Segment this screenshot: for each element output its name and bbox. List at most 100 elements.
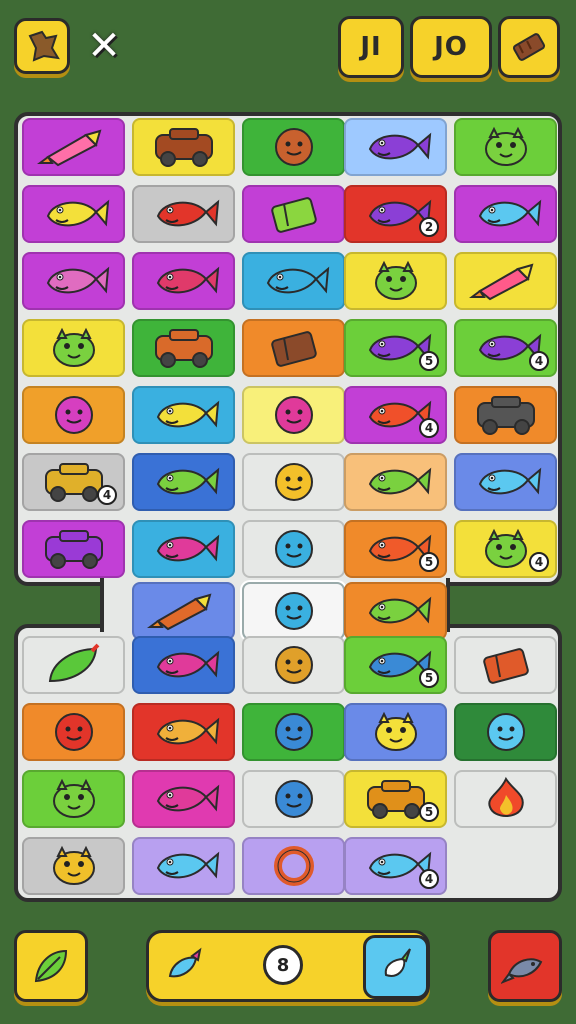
tile[interactable]: 5: [344, 770, 447, 828]
tile[interactable]: [132, 770, 235, 828]
fish-icon: [478, 199, 541, 227]
tile[interactable]: [22, 386, 125, 444]
leaf-icon: [34, 949, 68, 983]
car-icon: [154, 128, 213, 167]
tile[interactable]: [242, 319, 345, 377]
tile[interactable]: [242, 582, 345, 640]
tray-slot-right[interactable]: [363, 935, 429, 999]
fish-icon: [266, 266, 329, 294]
tile[interactable]: [454, 703, 557, 761]
tile: [454, 582, 557, 640]
tile[interactable]: [22, 703, 125, 761]
tile[interactable]: [344, 703, 447, 761]
fish-icon: [156, 784, 219, 812]
tile[interactable]: [132, 185, 235, 243]
fish-icon: [478, 467, 541, 495]
tile[interactable]: [242, 185, 345, 243]
tile[interactable]: 2: [344, 185, 447, 243]
fish-icon: [168, 947, 202, 978]
tile[interactable]: [344, 118, 447, 176]
tile[interactable]: [132, 703, 235, 761]
tile[interactable]: 4: [454, 319, 557, 377]
blob-icon: [274, 530, 313, 568]
tile[interactable]: [242, 118, 345, 176]
tile[interactable]: [132, 520, 235, 578]
tile[interactable]: [454, 118, 557, 176]
inventory-button[interactable]: [498, 16, 560, 78]
radish-icon: [384, 948, 411, 977]
chocolate-bar-icon: [512, 33, 546, 61]
tile[interactable]: [132, 837, 235, 895]
tile[interactable]: 4: [344, 386, 447, 444]
count-badge: 4: [419, 869, 439, 889]
close-icon[interactable]: ✕: [82, 24, 126, 68]
counter-left-value: JI: [360, 32, 382, 62]
tile[interactable]: [132, 636, 235, 694]
ring-icon: [273, 846, 314, 886]
tile[interactable]: 5: [344, 319, 447, 377]
tray-slot-left[interactable]: [155, 939, 213, 993]
tile[interactable]: [132, 386, 235, 444]
blob-icon: [54, 396, 93, 434]
fish-icon: [46, 266, 109, 294]
map-button[interactable]: [14, 18, 70, 74]
blob-icon: [274, 463, 313, 501]
tile[interactable]: [344, 453, 447, 511]
fish-icon: [368, 132, 431, 160]
tile[interactable]: [22, 837, 125, 895]
tile[interactable]: 4: [454, 520, 557, 578]
tile[interactable]: [22, 636, 125, 694]
car-icon: [476, 396, 535, 435]
tile[interactable]: [132, 582, 235, 640]
tile[interactable]: [242, 386, 345, 444]
tile[interactable]: [344, 582, 447, 640]
count-badge: 4: [419, 418, 439, 438]
creature-icon: [484, 126, 527, 166]
box-icon: [270, 197, 317, 233]
tile[interactable]: [344, 252, 447, 310]
tile[interactable]: [242, 770, 345, 828]
tile[interactable]: [242, 520, 345, 578]
tile: [454, 837, 557, 895]
tile[interactable]: 4: [344, 837, 447, 895]
hint-button[interactable]: [488, 930, 562, 1002]
tile[interactable]: [242, 837, 345, 895]
fish-icon: [156, 534, 219, 562]
tile[interactable]: [22, 185, 125, 243]
tile[interactable]: [22, 770, 125, 828]
tile[interactable]: [22, 118, 125, 176]
blob-icon: [274, 396, 313, 434]
blob-icon: [274, 592, 313, 630]
tile[interactable]: [132, 319, 235, 377]
tile[interactable]: 5: [344, 520, 447, 578]
count-badge: 5: [419, 802, 439, 822]
tile[interactable]: [454, 252, 557, 310]
tile[interactable]: [454, 636, 557, 694]
tile[interactable]: 4: [22, 453, 125, 511]
car-icon: [44, 530, 103, 569]
tile[interactable]: [454, 453, 557, 511]
tile[interactable]: [454, 386, 557, 444]
counter-left: JI: [338, 16, 404, 78]
tile[interactable]: [22, 520, 125, 578]
tray: 8: [146, 930, 430, 1002]
count-badge: 5: [419, 668, 439, 688]
tile[interactable]: [242, 703, 345, 761]
tile[interactable]: [132, 118, 235, 176]
tile[interactable]: [132, 252, 235, 310]
tile[interactable]: [22, 252, 125, 310]
tile[interactable]: 5: [344, 636, 447, 694]
count-badge: 5: [419, 351, 439, 371]
tile[interactable]: [454, 770, 557, 828]
tile[interactable]: [132, 453, 235, 511]
tile[interactable]: [242, 636, 345, 694]
fish-icon: [156, 650, 219, 678]
fish-icon: [156, 851, 219, 879]
tile[interactable]: [242, 453, 345, 511]
tile[interactable]: [242, 252, 345, 310]
tile[interactable]: [22, 319, 125, 377]
box-icon: [270, 331, 317, 367]
tile[interactable]: [454, 185, 557, 243]
leaf-button[interactable]: [14, 930, 88, 1002]
fish-icon: [501, 958, 543, 984]
